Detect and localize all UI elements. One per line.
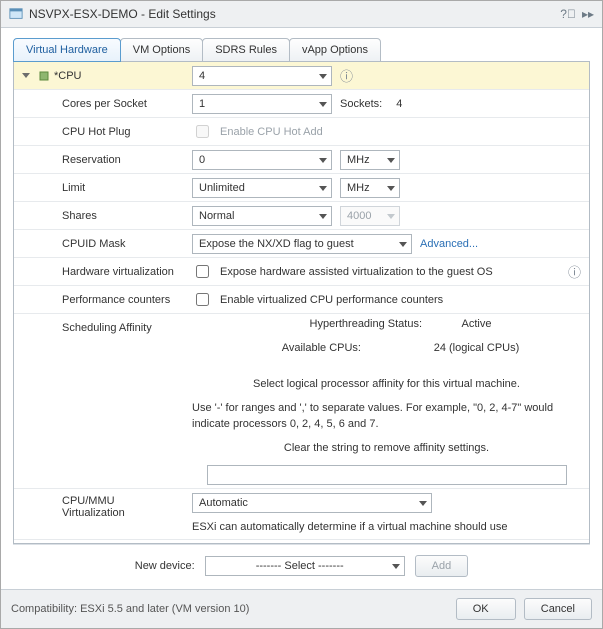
hw-virt-text: Expose hardware assisted virtualization …: [220, 266, 493, 278]
reservation-label: Reservation: [14, 150, 192, 170]
cpummu-desc: ESXi can automatically determine if a vi…: [192, 521, 508, 533]
ok-button[interactable]: OK: [456, 598, 516, 620]
cores-per-socket-label: Cores per Socket: [14, 94, 192, 114]
footer: Compatibility: ESXi 5.5 and later (VM ve…: [1, 589, 602, 628]
info-icon[interactable]: ⓘ: [568, 262, 581, 281]
sockets-value: 4: [396, 98, 402, 110]
hw-virt-checkbox[interactable]: [196, 265, 209, 278]
perf-counters-text: Enable virtualized CPU performance count…: [220, 294, 443, 306]
add-button: Add: [415, 555, 469, 577]
cores-per-socket-select[interactable]: 1: [192, 94, 332, 114]
info-icon[interactable]: ⓘ: [340, 66, 353, 85]
cpuid-advanced-link[interactable]: Advanced...: [420, 238, 478, 250]
vm-window-icon: [9, 7, 23, 21]
reservation-select[interactable]: 0: [192, 150, 332, 170]
tab-vapp-options[interactable]: vApp Options: [289, 38, 381, 62]
shares-value-stepper: 4000: [340, 206, 400, 226]
perf-counters-label: Performance counters: [14, 290, 192, 310]
limit-select[interactable]: Unlimited: [192, 178, 332, 198]
new-device-label: New device:: [135, 560, 195, 572]
limit-unit-select[interactable]: MHz: [340, 178, 400, 198]
cpu-icon: [38, 70, 50, 82]
disclosure-triangle-icon[interactable]: [22, 73, 30, 78]
tab-virtual-hardware[interactable]: Virtual Hardware: [13, 38, 121, 62]
compatibility-text: Compatibility: ESXi 5.5 and later (VM ve…: [11, 603, 448, 615]
sched-desc-2: Use '-' for ranges and ',' to separate v…: [192, 401, 581, 433]
cancel-button[interactable]: Cancel: [524, 598, 592, 620]
affinity-input[interactable]: [207, 465, 567, 485]
hardware-panel: *CPU 4 ⓘ Cores per Socket 1 Sockets: 4 C…: [13, 61, 590, 544]
titlebar: NSVPX-ESX-DEMO - Edit Settings ?⃝ ▸▸: [1, 1, 602, 28]
perf-counters-checkbox[interactable]: [196, 293, 209, 306]
dialog-title: NSVPX-ESX-DEMO - Edit Settings: [29, 7, 554, 21]
cpuid-mask-select[interactable]: Expose the NX/XD flag to guest: [192, 234, 412, 254]
advance-icon[interactable]: ▸▸: [582, 7, 594, 21]
sched-desc-1: Select logical processor affinity for th…: [253, 377, 520, 393]
hw-virt-label: Hardware virtualization: [14, 262, 192, 282]
cpuid-mask-label: CPUID Mask: [14, 234, 192, 254]
cpu-hot-plug-label: CPU Hot Plug: [14, 122, 192, 142]
edit-settings-dialog: NSVPX-ESX-DEMO - Edit Settings ?⃝ ▸▸ Vir…: [0, 0, 603, 629]
cpu-hot-add-text: Enable CPU Hot Add: [220, 126, 323, 138]
shares-label: Shares: [14, 206, 192, 226]
limit-label: Limit: [14, 178, 192, 198]
ht-status-value: Active: [462, 317, 492, 333]
avail-cpus-label: Available CPUs:: [282, 341, 422, 357]
help-icon[interactable]: ?⃝: [560, 7, 576, 21]
sockets-label: Sockets:: [340, 98, 382, 110]
cpu-section-header: *CPU 4 ⓘ: [14, 62, 589, 90]
tab-vm-options[interactable]: VM Options: [120, 38, 203, 62]
avail-cpus-value: 24 (logical CPUs): [434, 341, 520, 357]
cpu-hot-add-checkbox: [196, 125, 209, 138]
cpu-count-select[interactable]: 4: [192, 66, 332, 86]
cpummu-select[interactable]: Automatic: [192, 493, 432, 513]
shares-select[interactable]: Normal: [192, 206, 332, 226]
cpu-label: *CPU: [54, 70, 82, 82]
ht-status-label: Hyperthreading Status:: [310, 317, 450, 333]
cpummu-label: CPU/MMU Virtualization: [14, 489, 192, 523]
sched-affinity-label: Scheduling Affinity: [14, 314, 192, 338]
tab-sdrs-rules[interactable]: SDRS Rules: [202, 38, 290, 62]
new-device-select[interactable]: ------- Select -------: [205, 556, 405, 576]
sched-desc-3: Clear the string to remove affinity sett…: [284, 441, 489, 457]
tabs: Virtual Hardware VM Options SDRS Rules v…: [13, 38, 590, 62]
new-device-bar: New device: ------- Select ------- Add: [13, 544, 590, 581]
reservation-unit-select[interactable]: MHz: [340, 150, 400, 170]
